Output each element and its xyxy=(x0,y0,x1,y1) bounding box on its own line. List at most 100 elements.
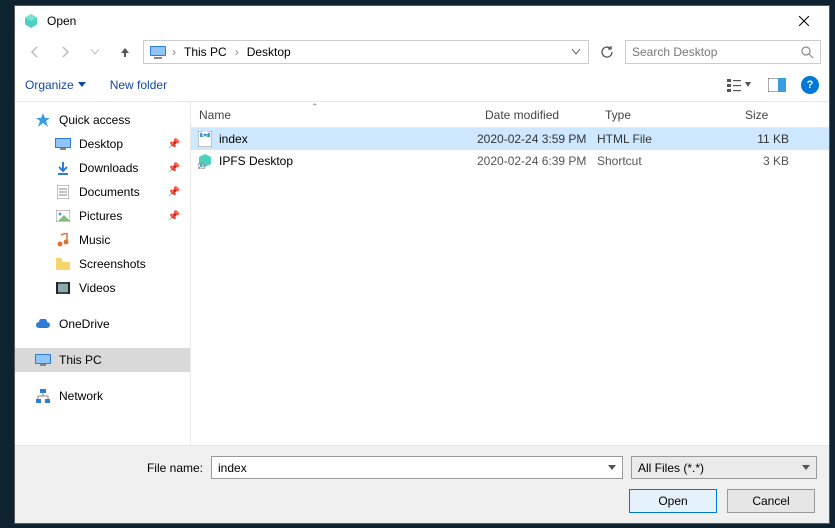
breadcrumb-this-pc[interactable]: This PC xyxy=(180,45,231,59)
column-size[interactable]: Size xyxy=(737,108,829,122)
organize-label: Organize xyxy=(25,78,74,92)
file-size: 3 KB xyxy=(737,154,829,168)
pin-icon: 📌 xyxy=(168,211,180,222)
file-row[interactable]: IPFS Desktop 2020-02-24 6:39 PM Shortcut… xyxy=(191,150,829,172)
sidebar-item-desktop[interactable]: Desktop 📌 xyxy=(15,132,190,156)
sidebar-item-label: Desktop xyxy=(79,137,123,151)
chevron-down-icon xyxy=(802,465,810,470)
column-headers: ⌃ Name Date modified Type Size xyxy=(191,102,829,128)
breadcrumb-desktop[interactable]: Desktop xyxy=(243,45,295,59)
sidebar-item-label: Network xyxy=(59,389,103,403)
help-button[interactable]: ? xyxy=(801,76,819,94)
sidebar-quick-access[interactable]: Quick access xyxy=(15,108,190,132)
file-name: index xyxy=(219,132,248,146)
file-date: 2020-02-24 6:39 PM xyxy=(477,154,597,168)
column-date[interactable]: Date modified xyxy=(477,108,597,122)
file-name: IPFS Desktop xyxy=(219,154,293,168)
network-icon xyxy=(35,388,51,404)
sidebar-network[interactable]: Network xyxy=(15,384,190,408)
sidebar-item-label: OneDrive xyxy=(59,317,110,331)
refresh-button[interactable] xyxy=(595,40,619,64)
sidebar-item-screenshots[interactable]: Screenshots xyxy=(15,252,190,276)
music-icon xyxy=(55,232,71,248)
desktop-icon xyxy=(55,136,71,152)
new-folder-button[interactable]: New folder xyxy=(110,78,167,92)
sidebar-item-videos[interactable]: Videos xyxy=(15,276,190,300)
file-size: 11 KB xyxy=(737,132,829,146)
recent-dropdown[interactable] xyxy=(83,40,107,64)
nav-row: › This PC › Desktop xyxy=(15,36,829,68)
sidebar-item-label: This PC xyxy=(59,353,102,367)
forward-button[interactable] xyxy=(53,40,77,64)
file-type-filter[interactable]: All Files (*.*) xyxy=(631,456,817,479)
svg-text:e: e xyxy=(202,131,209,140)
organize-button[interactable]: Organize xyxy=(25,78,86,92)
window-title: Open xyxy=(47,14,781,28)
star-icon xyxy=(35,112,51,128)
app-icon xyxy=(23,13,39,29)
column-type[interactable]: Type xyxy=(597,108,737,122)
sidebar-item-label: Pictures xyxy=(79,209,122,223)
preview-pane-button[interactable] xyxy=(763,74,791,96)
sidebar-onedrive[interactable]: OneDrive xyxy=(15,312,190,336)
sidebar-item-music[interactable]: Music xyxy=(15,228,190,252)
path-dropdown[interactable] xyxy=(568,49,584,55)
pc-icon xyxy=(148,44,168,60)
sidebar-item-label: Music xyxy=(79,233,110,247)
downloads-icon xyxy=(55,160,71,176)
videos-icon xyxy=(55,280,71,296)
filename-row: File name: All Files (*.*) xyxy=(27,456,817,479)
chevron-right-icon: › xyxy=(233,45,241,59)
dialog-body: Quick access Desktop 📌 Downloads 📌 Docum… xyxy=(15,102,829,445)
search-icon xyxy=(801,46,814,59)
documents-icon xyxy=(55,184,71,200)
column-name[interactable]: Name xyxy=(191,108,477,122)
open-button[interactable]: Open xyxy=(629,489,717,513)
chevron-right-icon: › xyxy=(170,45,178,59)
titlebar: Open xyxy=(15,6,829,36)
pin-icon: 📌 xyxy=(168,163,180,174)
file-row[interactable]: e index 2020-02-24 3:59 PM HTML File 11 … xyxy=(191,128,829,150)
file-type: Shortcut xyxy=(597,154,737,168)
sidebar-item-label: Quick access xyxy=(59,113,130,127)
file-type: HTML File xyxy=(597,132,737,146)
sidebar-item-label: Screenshots xyxy=(79,257,146,271)
pin-icon: 📌 xyxy=(168,139,180,150)
file-list: e index 2020-02-24 3:59 PM HTML File 11 … xyxy=(191,128,829,445)
open-label: Open xyxy=(658,494,687,508)
sidebar-item-downloads[interactable]: Downloads 📌 xyxy=(15,156,190,180)
close-button[interactable] xyxy=(781,6,827,36)
sidebar-item-documents[interactable]: Documents 📌 xyxy=(15,180,190,204)
folder-icon xyxy=(55,256,71,272)
pc-icon xyxy=(35,352,51,368)
filename-label: File name: xyxy=(27,461,203,475)
cancel-label: Cancel xyxy=(752,494,789,508)
chevron-down-icon xyxy=(608,465,616,470)
sidebar: Quick access Desktop 📌 Downloads 📌 Docum… xyxy=(15,102,191,445)
up-button[interactable] xyxy=(113,40,137,64)
toolbar: Organize New folder ? xyxy=(15,68,829,102)
html-file-icon: e xyxy=(197,131,213,147)
toolbar-right: ? xyxy=(725,74,819,96)
file-date: 2020-02-24 3:59 PM xyxy=(477,132,597,146)
shortcut-icon xyxy=(197,153,213,169)
open-file-dialog: Open › This PC › Desktop xyxy=(14,5,830,524)
sidebar-item-label: Downloads xyxy=(79,161,138,175)
sidebar-item-pictures[interactable]: Pictures 📌 xyxy=(15,204,190,228)
search-input[interactable] xyxy=(632,45,795,59)
pin-icon: 📌 xyxy=(168,187,180,198)
view-button[interactable] xyxy=(725,74,753,96)
search-box[interactable] xyxy=(625,40,821,64)
cancel-button[interactable]: Cancel xyxy=(727,489,815,513)
sidebar-item-label: Documents xyxy=(79,185,140,199)
address-bar[interactable]: › This PC › Desktop xyxy=(143,40,589,64)
sort-indicator-icon: ⌃ xyxy=(311,102,319,113)
file-pane: ⌃ Name Date modified Type Size e index 2… xyxy=(191,102,829,445)
sidebar-this-pc[interactable]: This PC xyxy=(15,348,190,372)
footer: File name: All Files (*.*) Open Cancel xyxy=(15,445,829,523)
filename-input[interactable] xyxy=(218,461,608,475)
back-button[interactable] xyxy=(23,40,47,64)
chevron-down-icon xyxy=(78,82,86,87)
cloud-icon xyxy=(35,316,51,332)
filename-combo[interactable] xyxy=(211,456,623,479)
